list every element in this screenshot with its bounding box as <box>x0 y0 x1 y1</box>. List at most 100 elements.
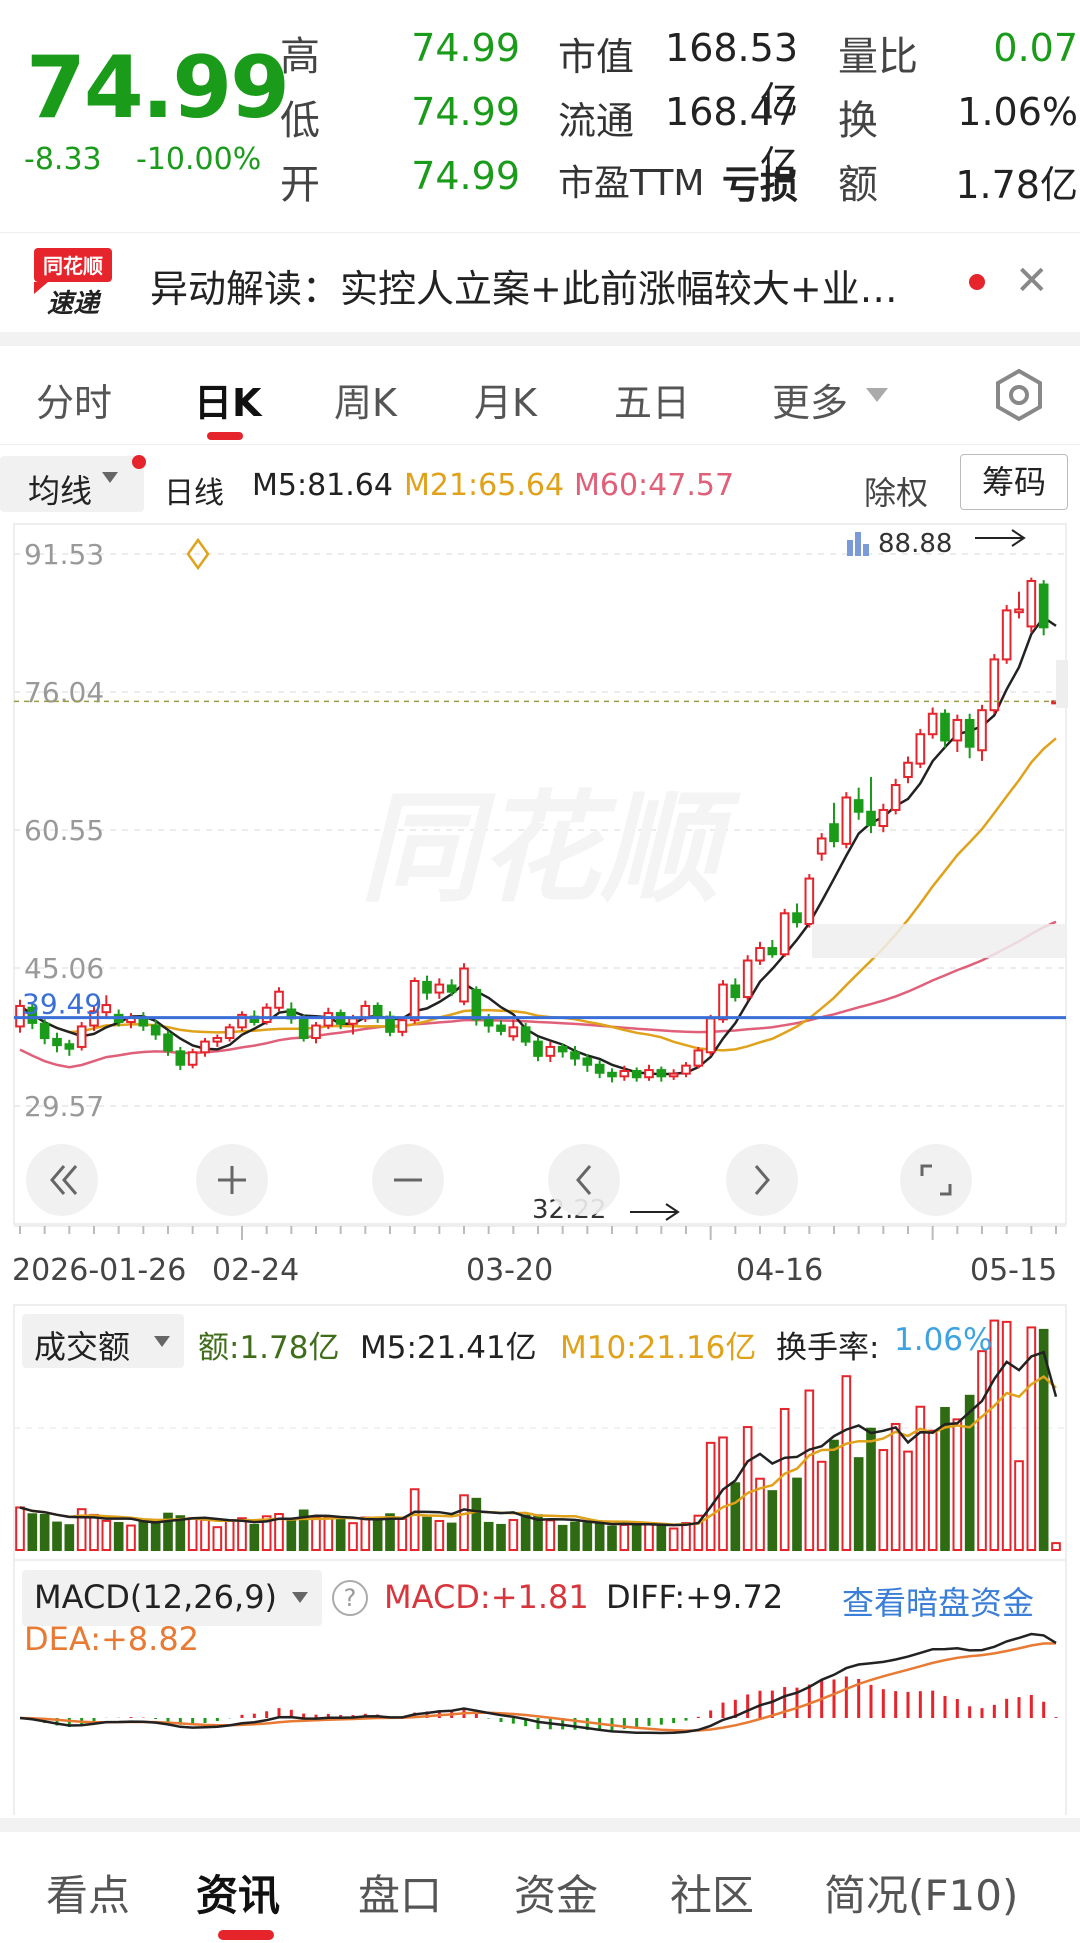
candle-body <box>681 1064 691 1075</box>
nav-profile-f10[interactable]: 简况(F10) <box>824 1862 1018 1923</box>
candle-body <box>187 1051 198 1066</box>
candle-body <box>607 1071 617 1078</box>
tab-intraday[interactable]: 分时 <box>36 372 112 427</box>
candle-body <box>520 1026 531 1043</box>
volume-bar <box>681 1522 691 1552</box>
mktcap-label: 市值 <box>558 35 635 79</box>
low-label: 低 <box>280 98 320 144</box>
candle <box>841 792 852 849</box>
candle <box>693 1046 704 1069</box>
candle-body <box>767 947 778 956</box>
tab-five-day[interactable]: 五日 <box>614 372 690 427</box>
volume-bar <box>866 1427 876 1551</box>
volume-bar <box>792 1477 802 1551</box>
volume-bar <box>360 1516 371 1552</box>
volume-bar <box>483 1521 494 1551</box>
active-nav-indicator <box>218 1930 274 1940</box>
volume-bar <box>767 1490 778 1552</box>
volume-bar <box>1051 1542 1061 1552</box>
help-icon[interactable]: ? <box>332 1580 368 1616</box>
nav-funds[interactable]: 资金 <box>514 1862 598 1923</box>
candle-body <box>582 1057 593 1066</box>
gear-icon[interactable] <box>992 368 1046 422</box>
candle-body <box>742 959 753 999</box>
tab-daily-k[interactable]: 日K <box>194 372 261 427</box>
dark-pool-link[interactable]: 查看暗盘资金 <box>842 1578 1034 1624</box>
candle <box>175 1046 186 1071</box>
volume-bar <box>1001 1320 1012 1552</box>
price-change: -8.33 <box>24 142 102 177</box>
nav-orderbook[interactable]: 盘口 <box>358 1862 442 1923</box>
candle-body <box>471 988 482 1021</box>
overlay-patch <box>812 924 1066 958</box>
nav-highlights[interactable]: 看点 <box>46 1862 130 1923</box>
chevron-down-icon[interactable] <box>866 388 888 402</box>
tab-weekly-k[interactable]: 周K <box>334 372 397 427</box>
candle-body <box>878 808 889 827</box>
ma5-value: M5:81.64 <box>252 468 393 503</box>
candle-body <box>483 1018 494 1027</box>
candle-body <box>533 1040 543 1057</box>
nav-community[interactable]: 社区 <box>670 1862 754 1923</box>
candle <box>656 1066 667 1082</box>
candle-body <box>298 1017 309 1040</box>
volume-bar <box>372 1518 383 1552</box>
overlay-patch <box>1056 660 1068 708</box>
tabs-divider <box>0 444 1080 445</box>
chip-button[interactable]: 筹码 <box>960 454 1068 510</box>
volume-bar <box>471 1497 482 1551</box>
candle-body <box>274 990 284 1009</box>
volume-bar <box>249 1523 260 1551</box>
candle <box>64 1039 75 1056</box>
close-icon[interactable]: ✕ <box>1015 258 1049 304</box>
candle <box>866 776 876 834</box>
volume-selector-label: 成交额 <box>34 1328 131 1366</box>
horizontal-line-label: 39.49 <box>22 988 102 1021</box>
ma60-value: M60:47.57 <box>574 468 735 503</box>
volume-bar <box>878 1449 889 1551</box>
candle-body <box>1001 609 1012 661</box>
candle-body <box>150 1024 161 1036</box>
notify-dot <box>132 455 146 469</box>
volume-m10-line <box>19 1375 1057 1526</box>
date-axis-ticks <box>14 1225 1066 1240</box>
chevron-down-icon <box>102 472 118 483</box>
candle <box>594 1060 605 1079</box>
zoom-out-button <box>372 1144 444 1216</box>
volume-bar <box>348 1522 358 1551</box>
candle-body <box>915 733 926 765</box>
chevron-down-icon <box>154 1336 170 1347</box>
turnover-label: 换 <box>838 98 878 144</box>
candle <box>829 802 839 848</box>
low-value: 74.99 <box>411 90 520 134</box>
volume-bar <box>1014 1460 1024 1551</box>
turnover-rate-label: 换手率: <box>776 1330 880 1366</box>
volume-bar <box>89 1513 99 1552</box>
tab-more[interactable]: 更多 <box>772 372 848 427</box>
candle-body <box>940 712 950 742</box>
price-axis-label: 29.57 <box>24 1090 104 1123</box>
high-mark-label: 88.88 <box>878 529 952 559</box>
ex-rights-toggle[interactable]: 除权 <box>864 468 928 514</box>
candle <box>927 707 938 739</box>
volume-bar <box>619 1523 630 1551</box>
volume-bar <box>175 1515 186 1552</box>
volume-bar <box>779 1407 790 1552</box>
tab-monthly-k[interactable]: 月K <box>474 372 537 427</box>
news-headline[interactable]: 异动解读：实控人立案+此前涨幅较大+业… <box>150 258 898 313</box>
volume-bar <box>594 1521 605 1552</box>
candle-body <box>964 718 975 748</box>
candle <box>224 1023 235 1042</box>
volume-bar <box>644 1522 654 1552</box>
ma-selector-label: 均线 <box>28 472 93 510</box>
candle-body <box>459 967 469 1003</box>
candle <box>668 1069 679 1080</box>
candle-body <box>1038 583 1049 629</box>
volume-m10: M10:21.16亿 <box>560 1330 757 1366</box>
volume-bar <box>668 1527 679 1552</box>
candle <box>261 1003 272 1025</box>
candle-body <box>101 1004 112 1014</box>
nav-news[interactable]: 资讯 <box>196 1862 280 1923</box>
date-label: 05-15 <box>970 1253 1057 1288</box>
candle-body <box>200 1040 210 1054</box>
